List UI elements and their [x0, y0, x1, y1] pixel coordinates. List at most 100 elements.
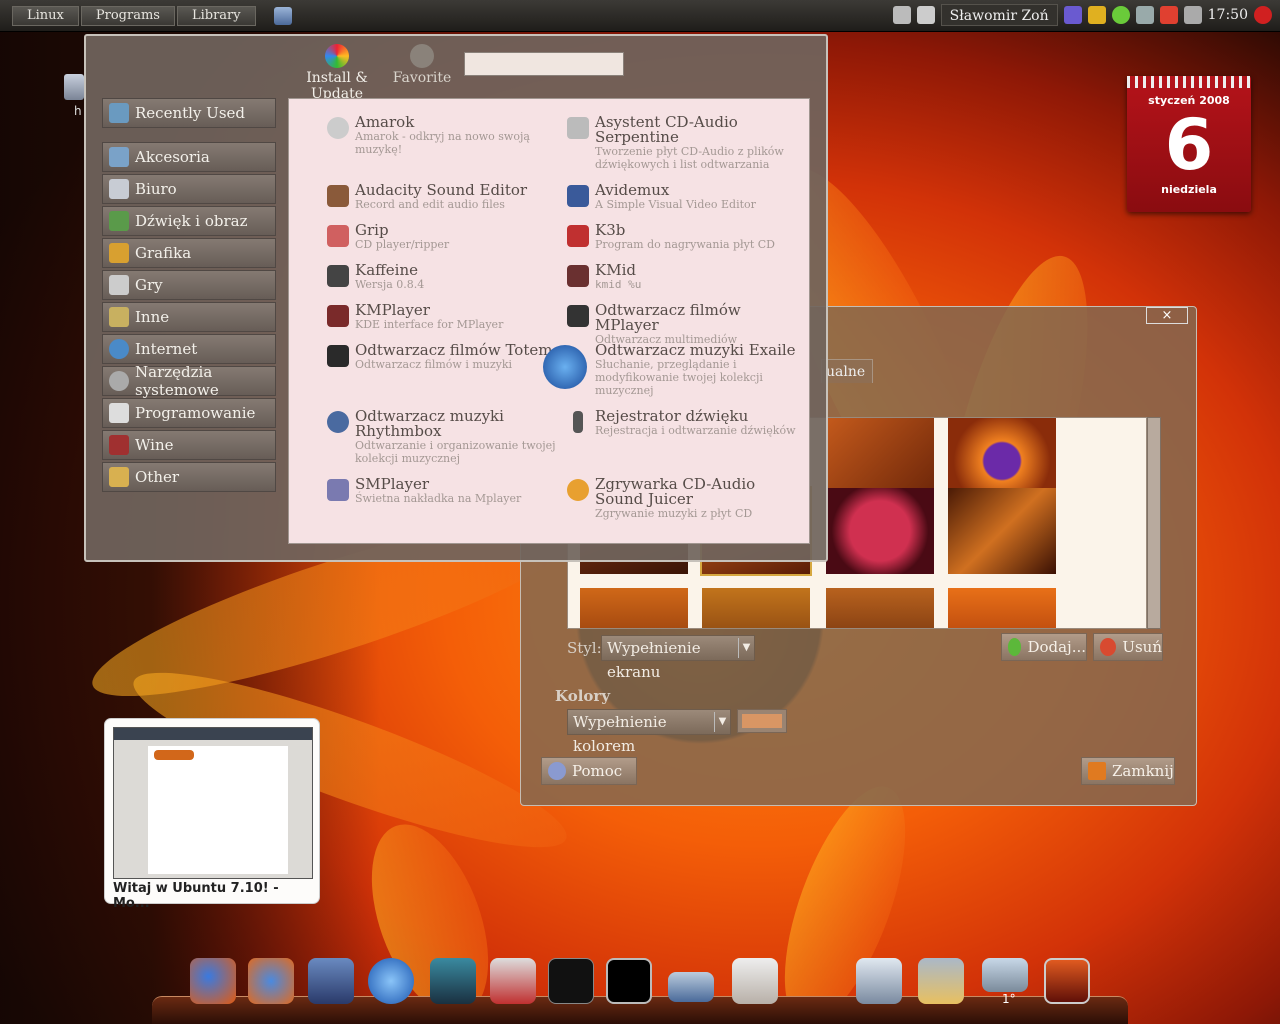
network-icon[interactable] — [892, 6, 911, 24]
app-smplayer[interactable]: SMPlayer Świetna nakładka na Mplayer — [327, 477, 567, 505]
thunderbird-icon[interactable] — [248, 958, 294, 1004]
desktop-home-icon[interactable] — [64, 74, 84, 100]
music-icon[interactable] — [430, 958, 476, 1004]
app-avidemux[interactable]: Avidemux A Simple Visual Video Editor — [567, 183, 807, 211]
wallpaper-thumb[interactable] — [826, 588, 934, 628]
firefox-icon[interactable] — [190, 958, 236, 1004]
category-other[interactable]: Other — [102, 462, 276, 492]
window-preview-title: Witaj w Ubuntu 7.10! - Mo... — [113, 881, 279, 911]
category-biuro[interactable]: Biuro — [102, 174, 276, 204]
color-picker-button[interactable] — [737, 709, 787, 733]
app-rhythmbox[interactable]: Odtwarzacz muzyki Rhythmbox Odtwarzanie i… — [327, 409, 567, 465]
app-k3b[interactable]: K3b Program do nagrywania płyt CD — [567, 223, 807, 251]
chat-icon[interactable] — [1063, 6, 1082, 24]
gallery-scrollbar[interactable] — [1147, 417, 1161, 629]
category-grafika[interactable]: Grafika — [102, 238, 276, 268]
color-mode-combo[interactable]: Wypełnienie kolorem ▼ — [567, 709, 731, 755]
app-description: Wersja 0.8.4 — [355, 278, 425, 291]
app-sound-juicer[interactable]: Zgrywarka CD-Audio Sound Juicer Zgrywanie… — [567, 477, 807, 520]
mail-icon[interactable] — [1159, 6, 1178, 24]
app-totem[interactable]: Odtwarzacz filmów Totem Odtwarzacz filmów… — [327, 343, 567, 371]
calendar-widget[interactable]: styczeń 2008 6 niedziela — [1127, 76, 1251, 212]
app-name: KMid — [595, 261, 636, 279]
network-monitor-icon[interactable] — [1135, 6, 1154, 24]
category-inne[interactable]: Inne — [102, 302, 276, 332]
wallpaper-thumb[interactable] — [580, 588, 688, 628]
graphics-icon — [109, 243, 129, 263]
tab-install-update[interactable]: Install & Update — [282, 44, 392, 102]
menu-linux[interactable]: Linux — [12, 5, 79, 26]
weather-icon[interactable] — [982, 958, 1028, 992]
category-internet[interactable]: Internet — [102, 334, 276, 364]
app-kmplayer[interactable]: KMPlayer KDE interface for MPlayer — [327, 303, 567, 331]
trash-icon[interactable] — [856, 958, 902, 1004]
app-name: K3b — [595, 221, 626, 239]
close-window-button[interactable]: × — [1146, 307, 1188, 324]
play-icon — [543, 345, 587, 389]
presentation-icon[interactable] — [732, 958, 778, 1004]
app-audacity[interactable]: Audacity Sound Editor Record and edit aud… — [327, 183, 567, 211]
calendar-rings — [1127, 76, 1251, 88]
folder-icon[interactable] — [918, 958, 964, 1004]
status-online-icon[interactable] — [1111, 6, 1130, 24]
window-thumbnail — [113, 727, 313, 879]
app-name: SMPlayer — [355, 475, 429, 493]
wallpaper-thumb[interactable] — [702, 588, 810, 628]
app-description: Zgrywanie muzyki z płyt CD — [595, 507, 753, 520]
app-sound-recorder[interactable]: Rejestrator dźwięku Rejestracja i odtwarz… — [567, 409, 807, 437]
app-description: KDE interface for MPlayer — [355, 318, 504, 331]
menu-library[interactable]: Library — [176, 5, 256, 26]
category-dzwiek-i-obraz[interactable]: Dźwięk i obraz — [102, 206, 276, 236]
movie-editor-icon[interactable] — [308, 958, 354, 1004]
keyboard-icon[interactable] — [916, 6, 935, 24]
app-serpentine[interactable]: Asystent CD-Audio Serpentine Tworzenie pł… — [567, 115, 807, 171]
app-exaile[interactable]: Odtwarzacz muzyki Exaile Słuchanie, przeg… — [543, 343, 807, 397]
scanner-icon[interactable] — [668, 972, 714, 1002]
tab-favorite[interactable]: Favorite — [392, 44, 452, 86]
app-mplayer[interactable]: Odtwarzacz filmów MPlayer Odtwarzacz mult… — [567, 303, 807, 346]
menu-programs[interactable]: Programs — [80, 5, 175, 26]
add-wallpaper-button[interactable]: Dodaj... — [1001, 633, 1087, 661]
remove-wallpaper-button[interactable]: Usuń — [1093, 633, 1163, 661]
kmid-icon — [567, 265, 589, 287]
user-switcher[interactable]: Sławomir Zoń — [940, 4, 1058, 26]
app-description: Świetna nakładka na Mplayer — [355, 492, 522, 505]
help-button[interactable]: Pomoc — [541, 757, 637, 785]
volume-icon[interactable] — [1183, 6, 1202, 24]
terminal-icon[interactable] — [606, 958, 652, 1004]
app-grip[interactable]: Grip CD player/ripper — [327, 223, 567, 251]
save-icon[interactable] — [273, 6, 292, 25]
power-icon[interactable] — [1254, 6, 1272, 24]
tab-wallpaper[interactable]: ualne — [821, 359, 873, 383]
widgets-icon[interactable] — [548, 958, 594, 1004]
category-narzedzia-systemowe[interactable]: Narzędzia systemowe — [102, 363, 276, 399]
app-name: Zgrywarka CD-Audio Sound Juicer — [595, 475, 756, 508]
graphics-icon[interactable] — [490, 958, 536, 1004]
close-button[interactable]: Zamknij — [1081, 757, 1175, 785]
style-combo[interactable]: Wypełnienie ekranu ▼ — [601, 635, 755, 681]
media-player-icon[interactable] — [368, 958, 414, 1004]
category-label: Recently Used — [135, 104, 245, 122]
window-preview[interactable]: Witaj w Ubuntu 7.10! - Mo... — [104, 718, 320, 911]
programming-icon — [109, 403, 129, 423]
app-kaffeine[interactable]: Kaffeine Wersja 0.8.4 — [327, 263, 567, 291]
other-apps-icon — [109, 307, 129, 327]
clock[interactable]: 17:50 — [1208, 7, 1248, 23]
wine-icon — [109, 435, 129, 455]
wallpaper-thumb[interactable] — [948, 588, 1056, 628]
category-wine[interactable]: Wine — [102, 430, 276, 460]
wallpaper-thumb[interactable] — [948, 488, 1056, 574]
app-amarok[interactable]: Amarok Amarok - odkryj na nowo swoją muzy… — [327, 115, 567, 156]
category-gry[interactable]: Gry — [102, 270, 276, 300]
keys-icon[interactable] — [1087, 6, 1106, 24]
app-description: CD player/ripper — [355, 238, 450, 251]
app-kmid[interactable]: KMid kmid %u — [567, 263, 807, 291]
category-label: Dźwięk i obraz — [135, 212, 248, 230]
search-input[interactable] — [464, 52, 624, 76]
category-recently-used[interactable]: Recently Used — [102, 98, 276, 128]
wallpaper-thumb[interactable] — [826, 488, 934, 574]
workspace-switcher-icon[interactable] — [1044, 958, 1090, 1004]
category-label: Akcesoria — [135, 148, 210, 166]
category-akcesoria[interactable]: Akcesoria — [102, 142, 276, 172]
category-programowanie[interactable]: Programowanie — [102, 398, 276, 428]
